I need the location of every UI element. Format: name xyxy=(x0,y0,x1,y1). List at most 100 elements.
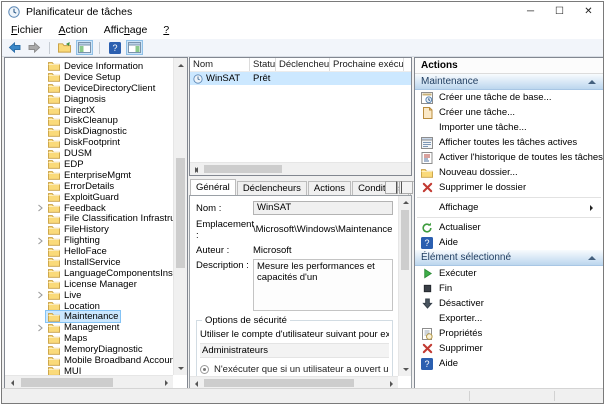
tree-item-license-manager[interactable]: License Manager xyxy=(5,279,173,290)
collapse-arrow-icon[interactable] xyxy=(588,252,596,260)
action-affichage[interactable]: Affichage xyxy=(415,200,603,215)
security-options-group: Options de sécurité Utiliser le compte d… xyxy=(196,320,393,376)
action-executer[interactable]: Exécuter xyxy=(415,266,603,281)
submenu-arrow-icon xyxy=(590,205,596,211)
toolbar-separator xyxy=(49,42,50,54)
action-exporter[interactable]: Exporter... xyxy=(415,311,603,326)
task-name: WinSAT xyxy=(206,73,240,84)
tree-item-mobile-broadband-accounts[interactable]: Mobile Broadband Accounts xyxy=(5,355,173,366)
menu-item-help[interactable]: ? xyxy=(155,23,177,38)
form-vertical-scrollbar[interactable] xyxy=(398,196,411,376)
show-console-tree-icon[interactable] xyxy=(56,40,73,55)
action-proprietes[interactable]: Propriétés xyxy=(415,326,603,341)
minimize-button[interactable]: ─ xyxy=(516,2,545,22)
description-label: Description : xyxy=(196,259,253,271)
collapse-arrow-icon[interactable] xyxy=(588,76,596,84)
task-clock-icon xyxy=(193,74,203,84)
help-icon[interactable]: ? xyxy=(106,40,123,55)
form-vscroll-thumb[interactable] xyxy=(401,210,409,270)
column-header-nom[interactable]: Nom xyxy=(190,58,250,71)
tree-vertical-scrollbar[interactable] xyxy=(173,58,187,375)
action-fin[interactable]: Fin xyxy=(415,281,603,296)
tab-declencheurs[interactable]: Déclencheurs xyxy=(237,181,307,195)
task-scheduler-window: Planificateur de tâches ─ ☐ ✕ FichierAct… xyxy=(1,1,604,404)
run-icon xyxy=(421,268,433,280)
action-supprimer[interactable]: Supprimer xyxy=(415,341,603,356)
properties-icon xyxy=(421,328,433,340)
tree-item-label: MUI xyxy=(64,366,81,375)
delete-icon xyxy=(421,182,433,194)
tree-item-dusm[interactable]: DUSM xyxy=(5,148,173,159)
author-label: Auteur : xyxy=(196,244,253,256)
radio-selected-icon[interactable] xyxy=(200,365,209,374)
delete-icon xyxy=(421,343,433,355)
action-aide[interactable]: ?Aide xyxy=(415,356,603,371)
create-task-icon xyxy=(421,107,433,119)
new-folder-icon xyxy=(421,167,433,179)
maximize-button[interactable]: ☐ xyxy=(545,2,574,22)
radio-run-logged-on[interactable]: N'exécuter que si un utilisateur a ouver… xyxy=(200,364,389,375)
tree-hscroll-thumb[interactable] xyxy=(21,378,113,387)
task-detail-panel: Général Déclencheurs Actions Conditions … xyxy=(189,179,412,390)
history-icon xyxy=(421,152,433,164)
action-aide[interactable]: ?Aide xyxy=(415,235,603,250)
action-section-element-selectionne[interactable]: Élément sélectionné xyxy=(415,250,603,266)
actions-pane-title: Actions xyxy=(415,58,603,74)
action-desactiver[interactable]: Désactiver xyxy=(415,296,603,311)
scroll-down-icon[interactable] xyxy=(399,363,412,376)
action-afficher-toutes-les-taches-actives[interactable]: Afficher toutes les tâches actives xyxy=(415,135,603,150)
svg-text:?: ? xyxy=(424,359,429,369)
description-field[interactable]: Mesure les performances et capacités d'u… xyxy=(253,259,393,311)
security-options-title: Options de sécurité xyxy=(202,315,290,326)
scroll-up-icon[interactable] xyxy=(174,58,188,72)
tree-horizontal-scrollbar[interactable] xyxy=(5,375,173,389)
help-icon: ? xyxy=(421,237,433,249)
task-list-horizontal-scrollbar[interactable] xyxy=(190,162,411,175)
action-activer-l-historique-de-toutes-les-taches[interactable]: Activer l'historique de toutes les tâche… xyxy=(415,150,603,165)
scroll-up-icon[interactable] xyxy=(399,196,412,209)
menu-bar: FichierActionAffichage? xyxy=(2,22,603,39)
tree-item-mui[interactable]: MUI xyxy=(5,366,173,375)
status-bar-separator xyxy=(469,391,470,401)
column-header-statut[interactable]: Statut xyxy=(250,58,276,71)
action-nouveau-dossier[interactable]: Nouveau dossier... xyxy=(415,165,603,180)
forward-icon[interactable] xyxy=(26,40,43,55)
action-section-maintenance[interactable]: Maintenance xyxy=(415,74,603,90)
show-action-pane-icon[interactable] xyxy=(126,40,143,55)
separator xyxy=(417,197,601,198)
action-supprimer-le-dossier[interactable]: Supprimer le dossier xyxy=(415,180,603,195)
task-list-header: NomStatutDéclencheursProchaine exécution xyxy=(190,58,411,72)
tab-scroll-right-icon[interactable] xyxy=(399,181,411,194)
console-tree-panel: Device InformationDevice SetupDeviceDire… xyxy=(4,57,188,390)
scroll-right-icon[interactable] xyxy=(190,163,203,176)
action-creer-une-tache-de-base[interactable]: Créer une tâche de base... xyxy=(415,90,603,105)
author-value: Microsoft xyxy=(253,245,393,256)
window-title: Planificateur de tâches xyxy=(26,6,516,18)
general-tab-page: Nom : WinSAT Emplacement : \Microsoft\Wi… xyxy=(189,195,412,390)
show-console-window-icon[interactable] xyxy=(76,40,93,55)
action-importer-une-tache[interactable]: Importer une tâche... xyxy=(415,120,603,135)
tab-general[interactable]: Général xyxy=(190,179,236,195)
tree-vscroll-thumb[interactable] xyxy=(176,158,185,268)
task-status: Prêt xyxy=(250,73,276,84)
task-row-winsat[interactable]: WinSAT Prêt xyxy=(190,72,411,85)
back-icon[interactable] xyxy=(6,40,23,55)
task-list-panel: NomStatutDéclencheursProchaine exécution… xyxy=(189,57,412,176)
column-header-declencheurs[interactable]: Déclencheurs xyxy=(276,58,330,71)
menu-item-file[interactable]: Fichier xyxy=(3,23,51,38)
action-actualiser[interactable]: Actualiser xyxy=(415,220,603,235)
menu-item-view[interactable]: Affichage xyxy=(96,23,156,38)
column-header-prochaine-execution[interactable]: Prochaine exécution xyxy=(330,58,404,71)
tab-scroll-left-icon[interactable] xyxy=(386,181,398,194)
status-bar-separator xyxy=(554,391,555,401)
menu-item-action[interactable]: Action xyxy=(51,23,96,38)
task-list-hscroll-thumb[interactable] xyxy=(204,165,282,173)
tab-actions[interactable]: Actions xyxy=(308,181,351,195)
name-field[interactable]: WinSAT xyxy=(253,201,393,215)
form-hscroll-thumb[interactable] xyxy=(204,379,354,387)
tab-bar: Général Déclencheurs Actions Conditions … xyxy=(189,179,412,195)
action-creer-une-tache[interactable]: Créer une tâche... xyxy=(415,105,603,120)
folder-tree: Device InformationDevice SetupDeviceDire… xyxy=(5,58,173,375)
scroll-down-icon[interactable] xyxy=(174,361,188,375)
close-button[interactable]: ✕ xyxy=(574,2,603,22)
